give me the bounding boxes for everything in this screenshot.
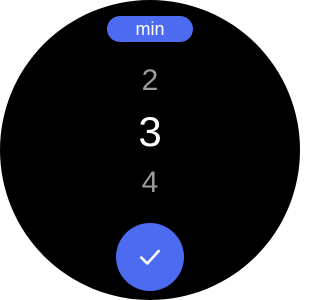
checkmark-icon [140, 249, 160, 265]
picker-selected-value[interactable]: 3 [0, 108, 300, 156]
picker-next-value[interactable]: 4 [0, 166, 300, 200]
watch-face: min 2 3 4 [0, 0, 300, 300]
number-picker[interactable]: 2 3 4 [0, 58, 300, 218]
picker-previous-value[interactable]: 2 [0, 64, 300, 98]
unit-chip[interactable]: min [107, 16, 193, 42]
confirm-button[interactable] [116, 223, 184, 291]
screen: min 2 3 4 [0, 0, 300, 300]
